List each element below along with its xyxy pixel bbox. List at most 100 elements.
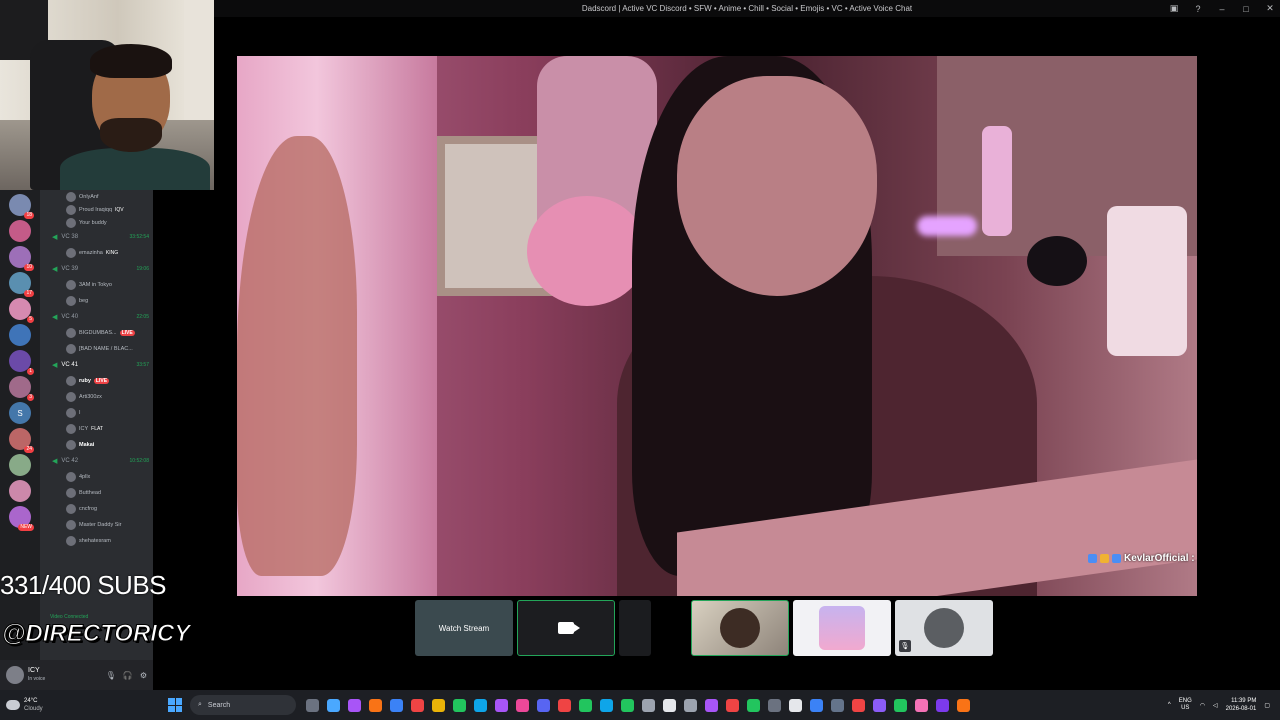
- taskbar-app-icon[interactable]: [936, 698, 949, 712]
- server-icon[interactable]: 24: [9, 428, 34, 453]
- taskbar: 24°C Cloudy ⌕ Search ^ ENG US ◠ ◁ 11:39 …: [0, 690, 1280, 720]
- clock[interactable]: 11:39 PM 2026-08-01: [1226, 697, 1257, 713]
- chevron-up-icon[interactable]: ^: [1168, 702, 1171, 708]
- voice-user[interactable]: 4pllx: [40, 469, 153, 485]
- taskbar-app-icon[interactable]: [516, 698, 529, 712]
- participant-tile[interactable]: [793, 600, 891, 656]
- server-icon[interactable]: S: [9, 402, 31, 424]
- voice-user[interactable]: emazinha KING: [40, 245, 153, 261]
- headphones-icon[interactable]: 🎧: [123, 671, 133, 680]
- taskbar-app-icon[interactable]: [306, 698, 319, 712]
- participant-tile[interactable]: 🎙: [895, 600, 993, 656]
- gear-icon[interactable]: ⚙: [140, 671, 147, 680]
- minimize-button[interactable]: –: [1216, 4, 1228, 14]
- inbox-icon[interactable]: ▣: [1168, 3, 1180, 14]
- speaker-icon[interactable]: ◁: [1213, 702, 1218, 709]
- help-icon[interactable]: ?: [1192, 4, 1204, 14]
- wifi-icon[interactable]: ◠: [1200, 702, 1205, 709]
- maximize-button[interactable]: □: [1240, 4, 1252, 14]
- voice-channel[interactable]: ◀ VC 40 22:05: [40, 309, 153, 325]
- taskbar-app-icon[interactable]: [411, 698, 424, 712]
- taskbar-app-icon[interactable]: [537, 698, 550, 712]
- voice-channel[interactable]: ◀ VC 38 33:52:54: [40, 229, 153, 245]
- taskbar-app-icon[interactable]: [432, 698, 445, 712]
- server-icon[interactable]: 10: [9, 246, 34, 271]
- user-name: ICY: [28, 667, 40, 674]
- voice-user[interactable]: Master Daddy Sir: [40, 517, 153, 533]
- language-indicator[interactable]: ENG US: [1179, 698, 1192, 712]
- taskbar-app-icon[interactable]: [579, 698, 592, 712]
- taskbar-app-icon[interactable]: [327, 698, 340, 712]
- voice-user[interactable]: I: [40, 405, 153, 421]
- taskbar-app-icon[interactable]: [663, 698, 676, 712]
- server-icon[interactable]: 1: [9, 350, 34, 375]
- taskbar-app-icon[interactable]: [495, 698, 508, 712]
- screen: Dadscord | Active VC Discord • SFW • Ani…: [0, 0, 1280, 720]
- voice-user[interactable]: 3AM in Tokyo: [40, 277, 153, 293]
- taskbar-app-icon[interactable]: [453, 698, 466, 712]
- voice-user[interactable]: ruby LIVE: [40, 373, 153, 389]
- taskbar-app-icon[interactable]: [474, 698, 487, 712]
- taskbar-app-icon[interactable]: [915, 698, 928, 712]
- voice-user[interactable]: shehatesram: [40, 533, 153, 549]
- participant-tile[interactable]: [655, 600, 687, 656]
- server-icon[interactable]: [9, 454, 31, 476]
- voice-channel[interactable]: ◀ VC 42 10:52:08: [40, 453, 153, 469]
- taskbar-app-icon[interactable]: [789, 698, 802, 712]
- close-button[interactable]: ✕: [1264, 3, 1276, 14]
- voice-user[interactable]: Arti300zx: [40, 389, 153, 405]
- taskbar-app-icon[interactable]: [726, 698, 739, 712]
- voice-user[interactable]: beg: [40, 293, 153, 309]
- voice-user[interactable]: OnlyAnf: [40, 190, 153, 203]
- voice-user[interactable]: [BAD NAME / BLAC...: [40, 341, 153, 357]
- taskbar-app-icon[interactable]: [852, 698, 865, 712]
- participant-tile[interactable]: [619, 600, 651, 656]
- stream-video[interactable]: [237, 56, 1197, 596]
- windows-start-icon[interactable]: [168, 698, 182, 712]
- weather-widget[interactable]: 24°C Cloudy: [0, 697, 160, 713]
- server-icon[interactable]: 3: [9, 376, 34, 401]
- notification-icon[interactable]: ▢: [1264, 702, 1270, 709]
- voice-user[interactable]: BIGDUMBAS... LIVE: [40, 325, 153, 341]
- taskbar-app-icon[interactable]: [390, 698, 403, 712]
- server-icon[interactable]: [9, 480, 31, 502]
- voice-user[interactable]: ICY FLAT: [40, 421, 153, 437]
- voice-user[interactable]: Makai: [40, 437, 153, 453]
- participant-tile[interactable]: [691, 600, 789, 656]
- voice-user[interactable]: Proud Iraqiqq IQV: [40, 203, 153, 216]
- taskbar-app-icon[interactable]: [831, 698, 844, 712]
- taskbar-app-icon[interactable]: [768, 698, 781, 712]
- microphone-icon[interactable]: 🎙: [106, 671, 116, 680]
- server-icon[interactable]: [9, 220, 31, 242]
- taskbar-app-icon[interactable]: [558, 698, 571, 712]
- taskbar-app-icon[interactable]: [705, 698, 718, 712]
- taskbar-app-icon[interactable]: [369, 698, 382, 712]
- voice-user[interactable]: cncfrog: [40, 501, 153, 517]
- unread-badge: NEW: [18, 524, 34, 531]
- camera-tile[interactable]: [517, 600, 615, 656]
- voice-user[interactable]: Butthead: [40, 485, 153, 501]
- taskbar-app-icon[interactable]: [642, 698, 655, 712]
- voice-channel[interactable]: ◀ VC 41 33:57: [40, 357, 153, 373]
- taskbar-app-icon[interactable]: [684, 698, 697, 712]
- taskbar-app-icon[interactable]: [600, 698, 613, 712]
- taskbar-app-icon[interactable]: [894, 698, 907, 712]
- muted-icon: 🎙: [899, 640, 911, 652]
- taskbar-app-icon[interactable]: [957, 698, 970, 712]
- server-icon[interactable]: 5: [9, 298, 34, 323]
- server-icon[interactable]: 17: [9, 272, 34, 297]
- server-icon[interactable]: NEW: [9, 506, 34, 531]
- taskbar-app-icon[interactable]: [621, 698, 634, 712]
- server-icon[interactable]: [9, 324, 31, 346]
- watch-stream-tile[interactable]: Watch Stream: [415, 600, 513, 656]
- taskbar-app-icon[interactable]: [348, 698, 361, 712]
- voice-user[interactable]: Your buddy: [40, 216, 153, 229]
- server-icon[interactable]: 18: [9, 194, 34, 219]
- voice-channel[interactable]: ◀ VC 39 19:06: [40, 261, 153, 277]
- taskbar-app-icon[interactable]: [873, 698, 886, 712]
- taskbar-app-icon[interactable]: [810, 698, 823, 712]
- taskbar-app-icon[interactable]: [747, 698, 760, 712]
- avatar[interactable]: [6, 666, 24, 684]
- taskbar-search[interactable]: ⌕ Search: [190, 695, 296, 715]
- voice-user-name: Arti300zx: [79, 394, 102, 400]
